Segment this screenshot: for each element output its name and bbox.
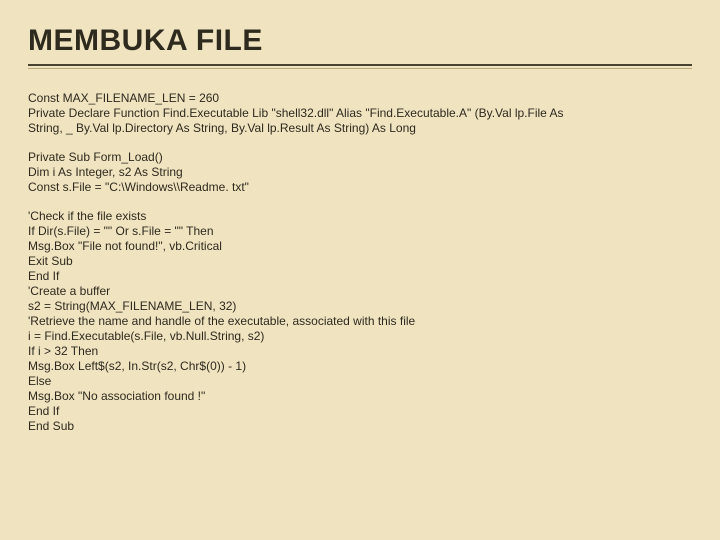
code-block-1: Const MAX_FILENAME_LEN = 260 Private Dec… (28, 91, 692, 136)
code-block-2: Private Sub Form_Load() Dim i As Integer… (28, 150, 692, 195)
title-underline-light (28, 68, 692, 69)
slide-title: MEMBUKA FILE (28, 24, 692, 58)
code-block-3: 'Check if the file exists If Dir(s.File)… (28, 209, 692, 434)
title-underline-dark (28, 64, 692, 66)
